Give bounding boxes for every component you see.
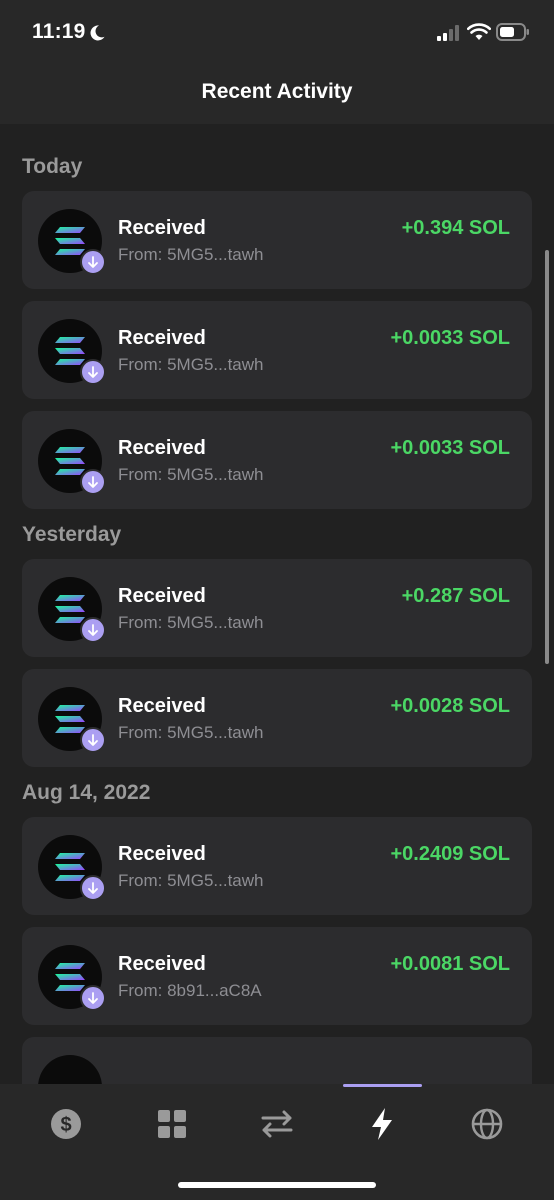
globe-icon [471, 1108, 503, 1140]
arrow-down-icon [88, 734, 98, 746]
cellular-signal-icon [437, 25, 459, 41]
solana-logo-icon [55, 227, 85, 255]
transaction-amount: +0.0081 SOL [390, 953, 510, 975]
svg-text:$: $ [60, 1114, 71, 1136]
received-badge [80, 359, 106, 385]
received-badge [80, 249, 106, 275]
dollar-icon: $ [51, 1109, 81, 1139]
home-indicator[interactable] [178, 1182, 376, 1188]
status-time: 11:19 [32, 20, 86, 43]
moon-icon [90, 25, 105, 41]
section-date-heading: Aug 14, 2022 [22, 781, 151, 804]
received-badge [80, 727, 106, 753]
transaction-amount: +0.287 SOL [401, 585, 510, 607]
token-avatar [38, 1055, 102, 1084]
transaction-amount: +0.0033 SOL [390, 327, 510, 349]
transaction-type: Received [118, 843, 206, 865]
solana-logo-icon [55, 705, 85, 733]
transaction-sender: From: 5MG5...tawh [118, 613, 264, 632]
transaction-type: Received [118, 217, 206, 239]
transaction-card[interactable]: Received From: 5MG5...tawh +0.394 SOL [22, 191, 532, 289]
transaction-amount: +0.2409 SOL [390, 843, 510, 865]
arrow-down-icon [88, 624, 98, 636]
transaction-amount: +0.0033 SOL [390, 437, 510, 459]
swap-icon [261, 1110, 293, 1138]
wifi-icon [467, 23, 491, 40]
transaction-sender: From: 5MG5...tawh [118, 465, 264, 484]
solana-logo-icon [55, 853, 85, 881]
transaction-type: Received [118, 327, 206, 349]
transaction-card[interactable]: Received From: 5MG5...tawh +0.2409 SOL [22, 817, 532, 915]
transaction-type: Received [118, 953, 206, 975]
transaction-card[interactable]: Received From: 5MG5...tawh +0.0028 SOL [22, 669, 532, 767]
transaction-type: Received [118, 437, 206, 459]
transaction-card[interactable]: Received From: 5MG5...tawh +0.0033 SOL [22, 411, 532, 509]
scrollbar[interactable] [545, 250, 549, 664]
solana-logo-icon [55, 963, 85, 991]
solana-logo-icon [55, 337, 85, 365]
transaction-type: Received [118, 695, 206, 717]
solana-logo-icon [55, 595, 85, 623]
section-date-heading: Yesterday [22, 523, 122, 546]
arrow-down-icon [88, 476, 98, 488]
transaction-card[interactable]: Received From: 8b91...aC8A +0.0081 SOL [22, 927, 532, 1025]
tab-browser[interactable] [467, 1104, 507, 1144]
battery-icon [496, 23, 529, 41]
top-bar: 11:19 Recent Activity [0, 0, 554, 124]
phone-screen: 11:19 Recent Activity Today Received From:… [0, 0, 554, 1200]
tab-collectibles[interactable] [152, 1104, 192, 1144]
page-title: Recent Activity [201, 80, 353, 103]
solana-logo-icon [55, 447, 85, 475]
transaction-type: Received [118, 585, 206, 607]
arrow-down-icon [88, 256, 98, 268]
grid-icon [158, 1110, 186, 1138]
received-badge [80, 875, 106, 901]
arrow-down-icon [88, 992, 98, 1004]
transaction-sender: From: 5MG5...tawh [118, 245, 264, 264]
transaction-card-partial[interactable] [22, 1037, 532, 1084]
arrow-down-icon [88, 882, 98, 894]
transaction-sender: From: 5MG5...tawh [118, 355, 264, 374]
section-date-heading: Today [22, 155, 83, 178]
tab-activity[interactable] [362, 1104, 402, 1144]
activity-list[interactable]: Today Received From: 5MG5...tawh +0.394 SOL… [0, 124, 554, 1084]
transaction-sender: From: 5MG5...tawh [118, 871, 264, 890]
transaction-amount: +0.0028 SOL [390, 695, 510, 717]
received-badge [80, 985, 106, 1011]
tab-swap[interactable] [257, 1104, 297, 1144]
received-badge [80, 617, 106, 643]
arrow-down-icon [88, 366, 98, 378]
tab-wallet[interactable]: $ [46, 1104, 86, 1144]
received-badge [80, 469, 106, 495]
active-tab-indicator [343, 1084, 422, 1087]
transaction-sender: From: 8b91...aC8A [118, 981, 262, 1000]
transaction-sender: From: 5MG5...tawh [118, 723, 264, 742]
transaction-amount: +0.394 SOL [401, 217, 510, 239]
lightning-icon [372, 1108, 392, 1140]
transaction-card[interactable]: Received From: 5MG5...tawh +0.0033 SOL [22, 301, 532, 399]
transaction-card[interactable]: Received From: 5MG5...tawh +0.287 SOL [22, 559, 532, 657]
